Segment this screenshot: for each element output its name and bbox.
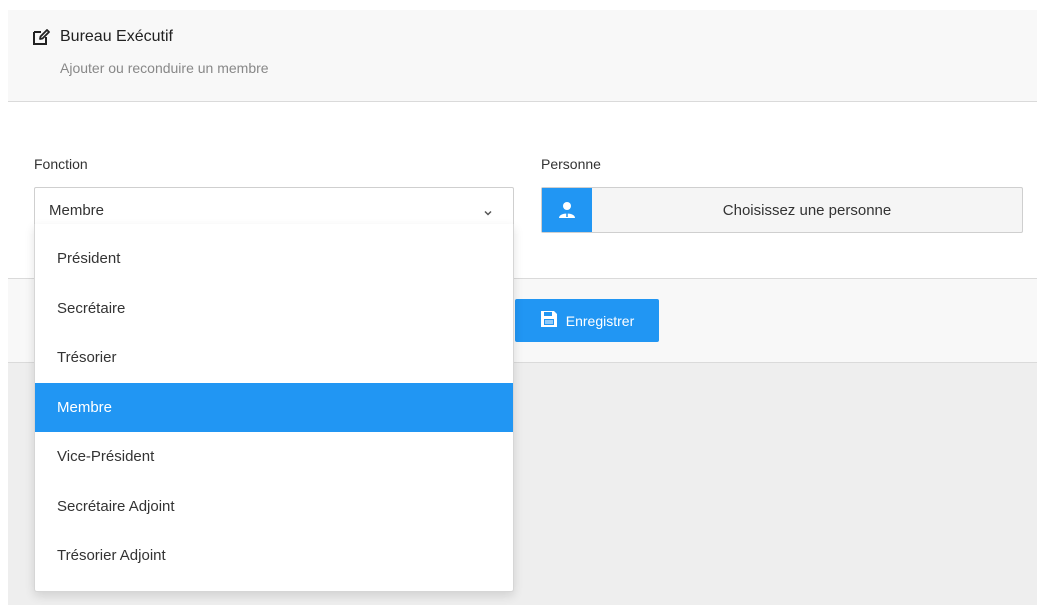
person-label: Personne <box>541 156 601 172</box>
edit-icon <box>32 28 50 46</box>
dropdown-option-membre[interactable]: Membre <box>35 382 513 432</box>
function-label: Fonction <box>34 156 88 172</box>
card-header: Bureau Exécutif Ajouter ou reconduire un… <box>8 10 1037 102</box>
dropdown-option-tresorier[interactable]: Trésorier <box>35 333 513 383</box>
dropdown-option-tresorier-adjoint[interactable]: Trésorier Adjoint <box>35 531 513 581</box>
page-title: Bureau Exécutif <box>60 28 173 45</box>
save-icon <box>540 310 566 331</box>
person-placeholder[interactable]: Choisissez une personne <box>592 188 1022 232</box>
save-button-label: Enregistrer <box>565 312 635 329</box>
function-select-value: Membre <box>49 201 105 219</box>
page-subtitle: Ajouter ou reconduire un membre <box>60 60 269 76</box>
dropdown-option-vice-president[interactable]: Vice-Président <box>35 432 513 482</box>
dropdown-option-secretaire[interactable]: Secrétaire <box>35 284 513 334</box>
chevron-down-icon <box>483 205 493 216</box>
function-dropdown: Président Secrétaire Trésorier Membre Vi… <box>34 224 514 592</box>
dropdown-option-president[interactable]: Président <box>35 234 513 284</box>
user-icon[interactable] <box>542 188 592 232</box>
save-button[interactable]: Enregistrer <box>515 299 659 342</box>
dropdown-option-secretaire-adjoint[interactable]: Secrétaire Adjoint <box>35 482 513 532</box>
person-picker[interactable]: Choisissez une personne <box>541 187 1023 233</box>
